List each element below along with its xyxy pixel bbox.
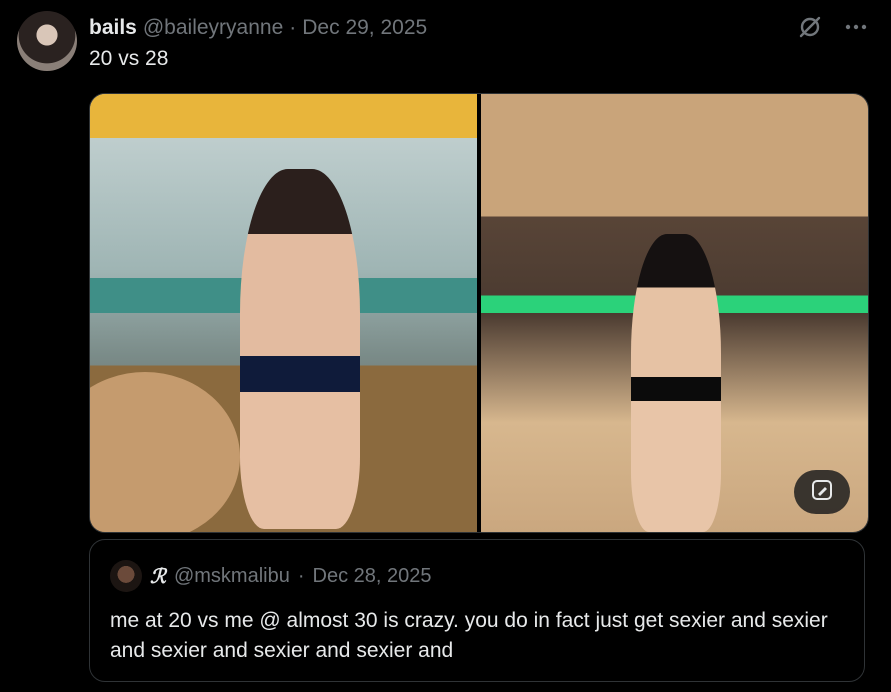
- quote-header: ℛ @mskmalibu · Dec 28, 2025: [110, 560, 432, 592]
- quote-date[interactable]: Dec 28, 2025: [313, 565, 432, 588]
- person-figure-left: [240, 169, 360, 529]
- author-display-name[interactable]: bails: [89, 16, 137, 40]
- header-separator: ·: [289, 16, 297, 39]
- person-figure-right: [631, 234, 721, 532]
- edit-image-icon: [810, 478, 834, 507]
- quote-text: me at 20 vs me @ almost 30 is crazy. you…: [110, 609, 828, 662]
- quote-display-name[interactable]: ℛ: [150, 564, 166, 588]
- post-date[interactable]: Dec 29, 2025: [302, 16, 427, 40]
- photo-right[interactable]: [481, 94, 868, 532]
- post-header: bails @baileyryanne · Dec 29, 2025: [89, 14, 427, 42]
- author-avatar[interactable]: [17, 11, 77, 71]
- media-grid: [89, 93, 869, 533]
- quote-avatar[interactable]: [110, 560, 142, 592]
- edit-image-button[interactable]: [794, 470, 850, 514]
- more-icon[interactable]: [845, 23, 867, 31]
- author-handle[interactable]: @baileyryanne: [143, 16, 283, 40]
- quote-handle[interactable]: @mskmalibu: [174, 565, 290, 588]
- table-shape: [90, 372, 240, 532]
- quote-separator: ·: [297, 564, 305, 587]
- post-actions: [797, 14, 867, 40]
- quoted-post[interactable]: ℛ @mskmalibu · Dec 28, 2025 me at 20 vs …: [89, 539, 865, 682]
- post-text: 20 vs 28: [89, 47, 169, 70]
- photo-left[interactable]: [90, 94, 477, 532]
- grok-icon[interactable]: [797, 14, 823, 40]
